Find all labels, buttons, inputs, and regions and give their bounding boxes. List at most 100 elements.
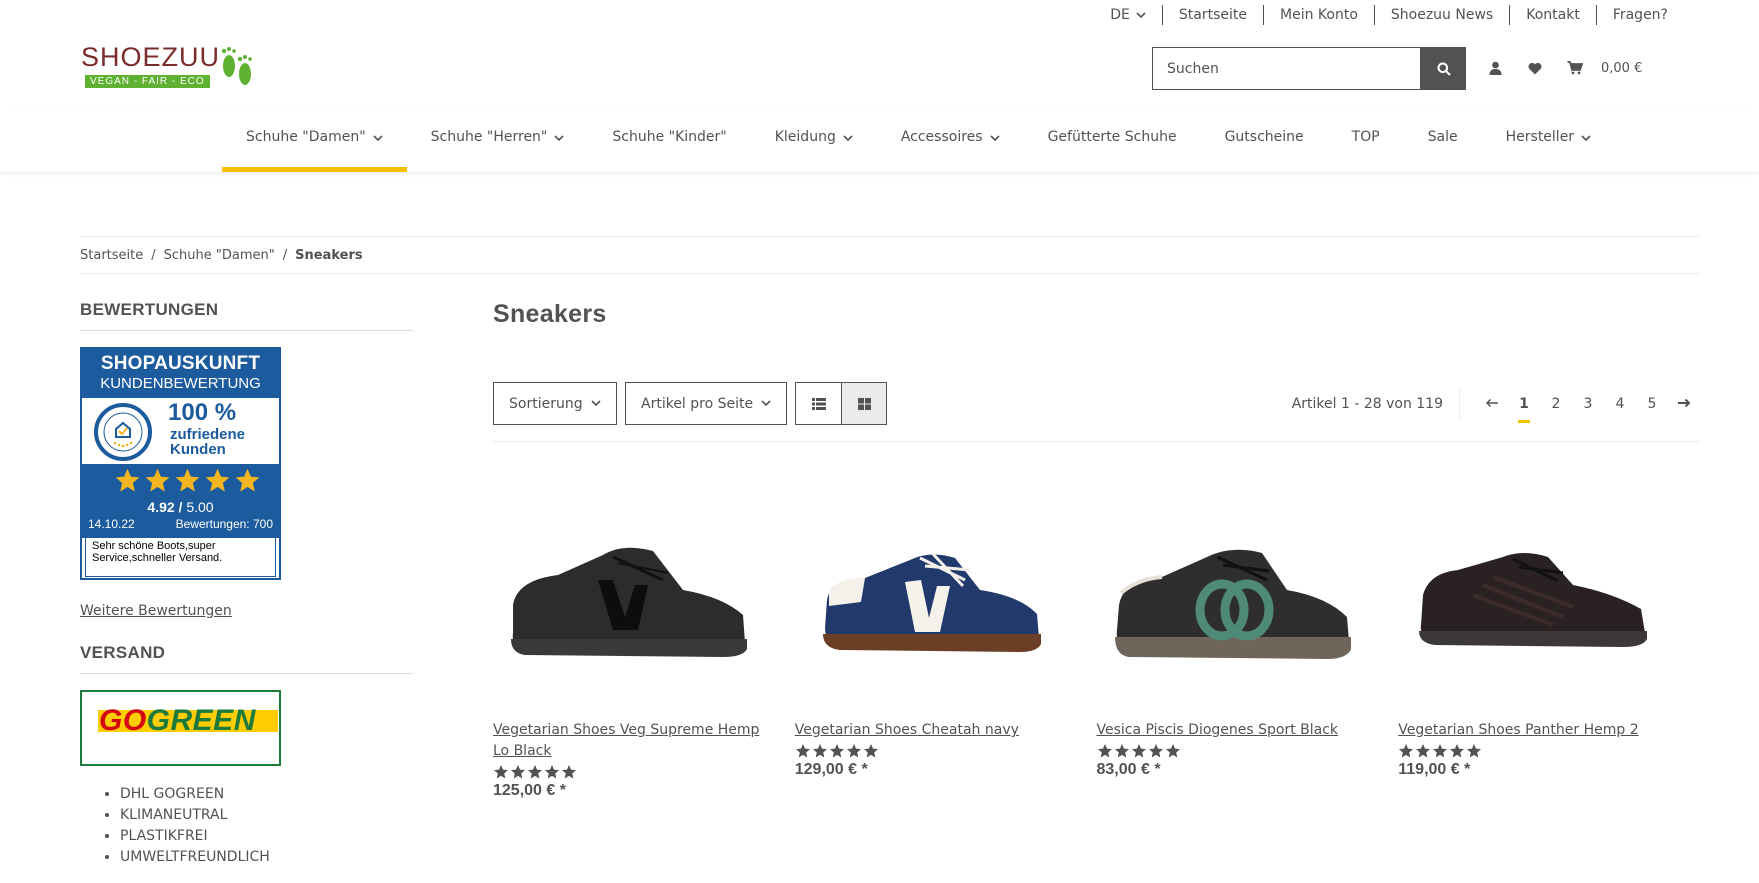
cart-icon xyxy=(1567,61,1583,75)
product-image[interactable] xyxy=(493,500,763,700)
search-input[interactable] xyxy=(1152,47,1421,90)
page-link[interactable]: 4 xyxy=(1604,389,1636,419)
nav-item[interactable]: Gefütterte Schuhe xyxy=(1024,112,1201,172)
product-rating xyxy=(493,763,795,781)
page-link[interactable]: 3 xyxy=(1572,389,1604,419)
product-image[interactable] xyxy=(1097,500,1367,700)
nav-item-label: Accessoires xyxy=(900,129,983,145)
sort-dropdown[interactable]: Sortierung xyxy=(493,382,617,425)
article-count: Artikel 1 - 28 von 119 xyxy=(1292,388,1460,419)
main-navigation: Schuhe "Damen" Schuhe "Herren" Schuhe "Kin… xyxy=(0,112,1759,172)
star-icon xyxy=(1131,744,1146,758)
cart-button[interactable] xyxy=(1565,58,1585,78)
per-page-label: Artikel pro Seite xyxy=(641,395,754,412)
prev-page-button[interactable] xyxy=(1476,389,1508,419)
product-card[interactable]: Vegetarian Shoes Cheatah navy 129,00 € * xyxy=(795,500,1097,800)
nav-item[interactable]: Sale xyxy=(1404,112,1482,172)
search-icon xyxy=(1437,62,1451,76)
seal-icon xyxy=(94,403,152,461)
shopauskunft-badge[interactable]: SHOPAUSKUNFT KUNDENBEWERTUNG 100 % zufri… xyxy=(80,347,281,580)
top-link-kontakt[interactable]: Kontakt xyxy=(1509,5,1596,25)
star-icon xyxy=(1416,744,1431,758)
next-page-button[interactable] xyxy=(1668,389,1700,419)
star-icon xyxy=(846,744,861,758)
gogreen-logo: GOGREEN xyxy=(80,690,281,766)
search-button[interactable] xyxy=(1421,47,1466,90)
nav-item-label: Schuhe "Kinder" xyxy=(612,129,727,145)
product-title[interactable]: Vegetarian Shoes Panther Hemp 2 xyxy=(1398,720,1668,741)
arrow-left-icon xyxy=(1486,398,1498,407)
per-page-dropdown[interactable]: Artikel pro Seite xyxy=(625,382,788,425)
nav-item[interactable]: Hersteller xyxy=(1482,112,1615,172)
product-title[interactable]: Vegetarian Shoes Veg Supreme Hemp Lo Bla… xyxy=(493,720,763,762)
heart-icon xyxy=(1528,62,1542,74)
star-icon xyxy=(205,468,230,492)
nav-item[interactable]: Schuhe "Herren" xyxy=(407,112,589,172)
listing-toolbar: Sortierung Artikel pro Seite Artikel 1 -… xyxy=(493,382,1700,442)
nav-item[interactable]: Schuhe "Kinder" xyxy=(588,112,750,172)
nav-item-label: Gefütterte Schuhe xyxy=(1047,129,1177,145)
list-view-button[interactable] xyxy=(796,383,841,424)
shipping-item: UMWELTFREUNDLICH xyxy=(120,847,413,868)
breadcrumb-item-damen[interactable]: Schuhe "Damen" xyxy=(164,248,275,263)
top-link-fragen[interactable]: Fragen? xyxy=(1595,5,1684,25)
star-icon xyxy=(145,468,170,492)
badge-satisfied: zufriedene Kunden xyxy=(170,427,245,457)
header-icons: 0,00 € xyxy=(1485,58,1642,78)
star-icon xyxy=(1114,744,1129,758)
product-price: 129,00 € * xyxy=(794,761,868,778)
page-title: Sneakers xyxy=(493,300,607,328)
product-title[interactable]: Vegetarian Shoes Cheatah navy xyxy=(795,720,1065,741)
page-link[interactable]: 5 xyxy=(1636,389,1668,419)
badge-quote: Sehr schöne Boots,super Service,schnelle… xyxy=(85,537,276,577)
product-image[interactable] xyxy=(795,500,1065,700)
account-button[interactable] xyxy=(1485,58,1505,78)
shop-logo[interactable]: SHOEZUU VEGAN - FAIR - ECO xyxy=(81,44,256,94)
language-label: DE xyxy=(1110,7,1130,23)
product-price: 125,00 € * xyxy=(493,782,566,799)
product-card[interactable]: Vegetarian Shoes Panther Hemp 2 119,00 €… xyxy=(1398,500,1700,800)
product-title[interactable]: Vesica Piscis Diogenes Sport Black xyxy=(1097,720,1367,741)
breadcrumb-current: Sneakers xyxy=(295,247,363,263)
star-icon xyxy=(863,744,878,758)
top-link-startseite[interactable]: Startseite xyxy=(1161,5,1263,25)
top-bar: DE Startseite Mein Konto Shoezuu News Ko… xyxy=(1110,0,1684,30)
nav-item[interactable]: Schuhe "Damen" xyxy=(222,112,407,172)
page-link[interactable]: 2 xyxy=(1540,389,1572,419)
cart-value[interactable]: 0,00 € xyxy=(1601,61,1642,76)
chevron-down-icon xyxy=(591,400,601,407)
chevron-down-icon xyxy=(554,135,564,142)
product-rating xyxy=(1097,742,1399,760)
grid-icon xyxy=(857,397,871,410)
user-icon xyxy=(1489,61,1501,75)
nav-item-label: Gutscheine xyxy=(1224,129,1304,145)
page-link[interactable]: 1 xyxy=(1508,389,1540,423)
navy-sneaker-image xyxy=(822,552,1041,652)
grid-view-button[interactable] xyxy=(841,383,886,424)
nav-item[interactable]: Accessoires xyxy=(877,112,1024,172)
top-link-news[interactable]: Shoezuu News xyxy=(1373,5,1509,25)
language-selector[interactable]: DE xyxy=(1110,5,1162,25)
gogreen-go: GO xyxy=(99,704,147,737)
top-link-mein-konto[interactable]: Mein Konto xyxy=(1263,5,1374,25)
wishlist-button[interactable] xyxy=(1525,58,1545,78)
ratings-heading: BEWERTUNGEN xyxy=(80,300,413,331)
nav-item[interactable]: TOP xyxy=(1328,112,1404,172)
gogreen-green: GREEN xyxy=(146,704,256,737)
product-image[interactable] xyxy=(1398,500,1668,700)
breadcrumb-item-startseite[interactable]: Startseite xyxy=(80,248,143,263)
badge-reviews-count: Bewertungen: 700 xyxy=(175,517,273,531)
more-reviews-link[interactable]: Weitere Bewertungen xyxy=(80,603,232,619)
nav-item[interactable]: Kleidung xyxy=(751,112,877,172)
black-sneaker-image xyxy=(511,547,747,657)
product-card[interactable]: Vegetarian Shoes Veg Supreme Hemp Lo Bla… xyxy=(493,500,795,800)
product-card[interactable]: Vesica Piscis Diogenes Sport Black 83,00… xyxy=(1097,500,1399,800)
breadcrumb-separator: / xyxy=(282,247,288,263)
star-icon xyxy=(1148,744,1163,758)
star-icon xyxy=(511,765,525,779)
nav-item-label: Kleidung xyxy=(774,129,836,145)
star-icon xyxy=(115,468,140,492)
star-icon xyxy=(1399,744,1414,758)
nav-item[interactable]: Gutscheine xyxy=(1201,112,1328,172)
star-icon xyxy=(562,765,576,779)
